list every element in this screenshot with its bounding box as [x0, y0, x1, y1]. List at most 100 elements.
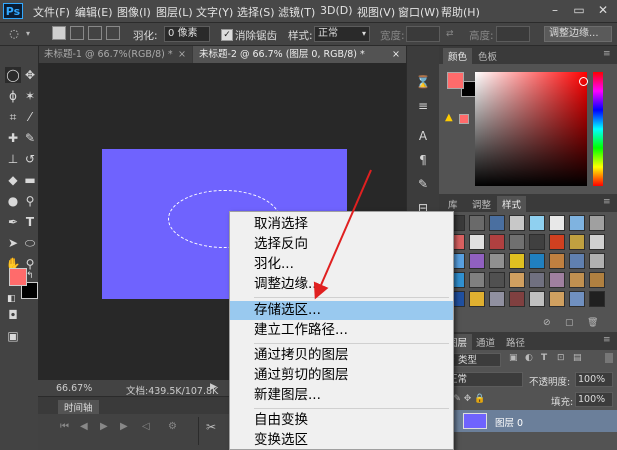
- close-icon[interactable]: ×: [392, 46, 400, 63]
- fill-input[interactable]: 100%: [575, 392, 613, 407]
- type-filter-icon[interactable]: T: [541, 353, 547, 363]
- style-swatch[interactable]: [509, 215, 525, 231]
- tab-document-1[interactable]: 未标题-1 @ 66.7%(RGB/8) * ×: [38, 46, 192, 63]
- pixel-filter-icon[interactable]: ▣: [509, 353, 518, 363]
- style-swatch[interactable]: [549, 215, 565, 231]
- screen-mode-icon[interactable]: ▣: [5, 328, 21, 344]
- filter-toggle[interactable]: [605, 353, 613, 363]
- default-colors-icon[interactable]: ◧: [7, 294, 16, 304]
- style-swatch[interactable]: [489, 272, 505, 288]
- menu-item-refine-edge[interactable]: 调整边缘...: [230, 275, 453, 294]
- dodge-tool-icon[interactable]: ⚲: [22, 193, 38, 209]
- menu-filter[interactable]: 滤镜(T): [278, 4, 315, 20]
- tab-adjustments[interactable]: 调整: [467, 196, 496, 212]
- menu-3d[interactable]: 3D(D): [320, 4, 353, 17]
- delete-style-icon[interactable]: ⊘: [543, 318, 551, 328]
- audio-icon[interactable]: ◁: [142, 421, 150, 432]
- minimize-icon[interactable]: –: [544, 2, 566, 18]
- style-swatch[interactable]: [569, 234, 585, 250]
- settings-icon[interactable]: ⚙: [168, 421, 177, 432]
- refine-edge-button[interactable]: 调整边缘...: [544, 26, 612, 42]
- style-swatch[interactable]: [489, 291, 505, 307]
- quick-mask-icon[interactable]: ◘: [5, 307, 21, 323]
- style-swatch[interactable]: [589, 253, 605, 269]
- style-swatch[interactable]: [549, 272, 565, 288]
- character-icon[interactable]: A: [415, 128, 431, 144]
- tab-styles[interactable]: 样式: [497, 196, 527, 212]
- status-arrow-icon[interactable]: ▶: [210, 382, 217, 392]
- properties-icon[interactable]: ≡: [415, 98, 431, 114]
- crop-tool-icon[interactable]: ⌗: [5, 109, 21, 125]
- foreground-color-swatch[interactable]: [447, 72, 464, 89]
- layer-name[interactable]: 图层 0: [495, 415, 523, 429]
- pen-tool-icon[interactable]: ✒: [5, 214, 21, 230]
- lasso-tool-icon[interactable]: ϕ: [5, 88, 21, 104]
- new-style-icon[interactable]: ▢: [565, 318, 574, 328]
- style-swatch[interactable]: [509, 253, 525, 269]
- trash-icon[interactable]: 🗑: [587, 318, 598, 328]
- style-swatch[interactable]: [469, 272, 485, 288]
- brush-tool-icon[interactable]: ✎: [22, 130, 38, 146]
- style-swatch[interactable]: [489, 215, 505, 231]
- style-swatch[interactable]: [529, 215, 545, 231]
- feather-input[interactable]: 0 像素: [164, 26, 210, 42]
- history-brush-icon[interactable]: ↺: [22, 151, 38, 167]
- subtract-selection-icon[interactable]: [88, 26, 102, 40]
- style-swatch[interactable]: [469, 291, 485, 307]
- menu-item-new-layer[interactable]: 新建图层...: [230, 386, 453, 405]
- style-swatch[interactable]: [589, 234, 605, 250]
- blur-tool-icon[interactable]: ●: [5, 193, 21, 209]
- tab-channels[interactable]: 通道: [471, 334, 500, 350]
- style-swatch[interactable]: [509, 272, 525, 288]
- panel-menu-icon[interactable]: ≡: [603, 335, 611, 345]
- ellipse-shape-icon[interactable]: ⬭: [22, 235, 38, 251]
- close-icon[interactable]: ×: [178, 46, 186, 63]
- history-icon[interactable]: ⌛: [415, 74, 431, 90]
- close-icon[interactable]: ✕: [592, 2, 614, 18]
- shape-filter-icon[interactable]: ⊡: [557, 353, 565, 363]
- menu-item-select-inverse[interactable]: 选择反向: [230, 235, 453, 254]
- path-selection-icon[interactable]: ➤: [5, 235, 21, 251]
- menu-select[interactable]: 选择(S): [237, 4, 275, 20]
- panel-menu-icon[interactable]: ≡: [603, 197, 611, 207]
- gradient-tool-icon[interactable]: ▬: [22, 172, 38, 188]
- first-frame-icon[interactable]: ⏮: [60, 421, 69, 432]
- menu-image[interactable]: 图像(I): [117, 4, 151, 20]
- prev-frame-icon[interactable]: ◀: [80, 421, 88, 432]
- menu-item-free-transform[interactable]: 自由变换: [230, 411, 453, 430]
- style-swatch[interactable]: [509, 234, 525, 250]
- add-selection-icon[interactable]: [70, 26, 84, 40]
- menu-item-layer-via-cut[interactable]: 通过剪切的图层: [230, 366, 453, 385]
- style-swatch[interactable]: [589, 291, 605, 307]
- next-frame-icon[interactable]: ▶: [120, 421, 128, 432]
- play-icon[interactable]: ▶: [100, 421, 108, 432]
- healing-brush-icon[interactable]: ✚: [5, 130, 21, 146]
- menu-file[interactable]: 文件(F): [33, 4, 70, 20]
- menu-item-transform-selection[interactable]: 变换选区: [230, 431, 453, 450]
- eyedropper-icon[interactable]: ⁄: [22, 109, 38, 125]
- opacity-input[interactable]: 100%: [575, 372, 613, 387]
- panel-menu-icon[interactable]: ≡: [603, 49, 611, 59]
- style-swatch[interactable]: [509, 291, 525, 307]
- style-swatch[interactable]: [589, 272, 605, 288]
- color-picker-field[interactable]: [475, 72, 587, 186]
- magic-wand-icon[interactable]: ✶: [22, 88, 38, 104]
- style-swatch[interactable]: [549, 253, 565, 269]
- layer-row[interactable]: ◉ 图层 0: [439, 410, 617, 432]
- menu-item-layer-via-copy[interactable]: 通过拷贝的图层: [230, 346, 453, 365]
- tab-libraries[interactable]: 库: [443, 196, 463, 212]
- maximize-icon[interactable]: ▭: [568, 2, 590, 18]
- style-swatch[interactable]: [569, 291, 585, 307]
- style-select[interactable]: 正常 ▾: [314, 26, 370, 42]
- menu-window[interactable]: 窗口(W): [398, 4, 439, 20]
- style-swatch[interactable]: [489, 234, 505, 250]
- style-swatch[interactable]: [489, 253, 505, 269]
- style-swatch[interactable]: [529, 272, 545, 288]
- tab-swatches[interactable]: 色板: [473, 48, 502, 64]
- tab-document-2[interactable]: 未标题-2 @ 66.7% (图层 0, RGB/8) * ×: [193, 46, 406, 63]
- tab-color[interactable]: 颜色: [443, 48, 473, 64]
- smart-filter-icon[interactable]: ▤: [573, 353, 582, 363]
- menu-edit[interactable]: 编辑(E): [75, 4, 113, 20]
- zoom-level[interactable]: 66.67%: [56, 383, 92, 394]
- style-swatch[interactable]: [469, 234, 485, 250]
